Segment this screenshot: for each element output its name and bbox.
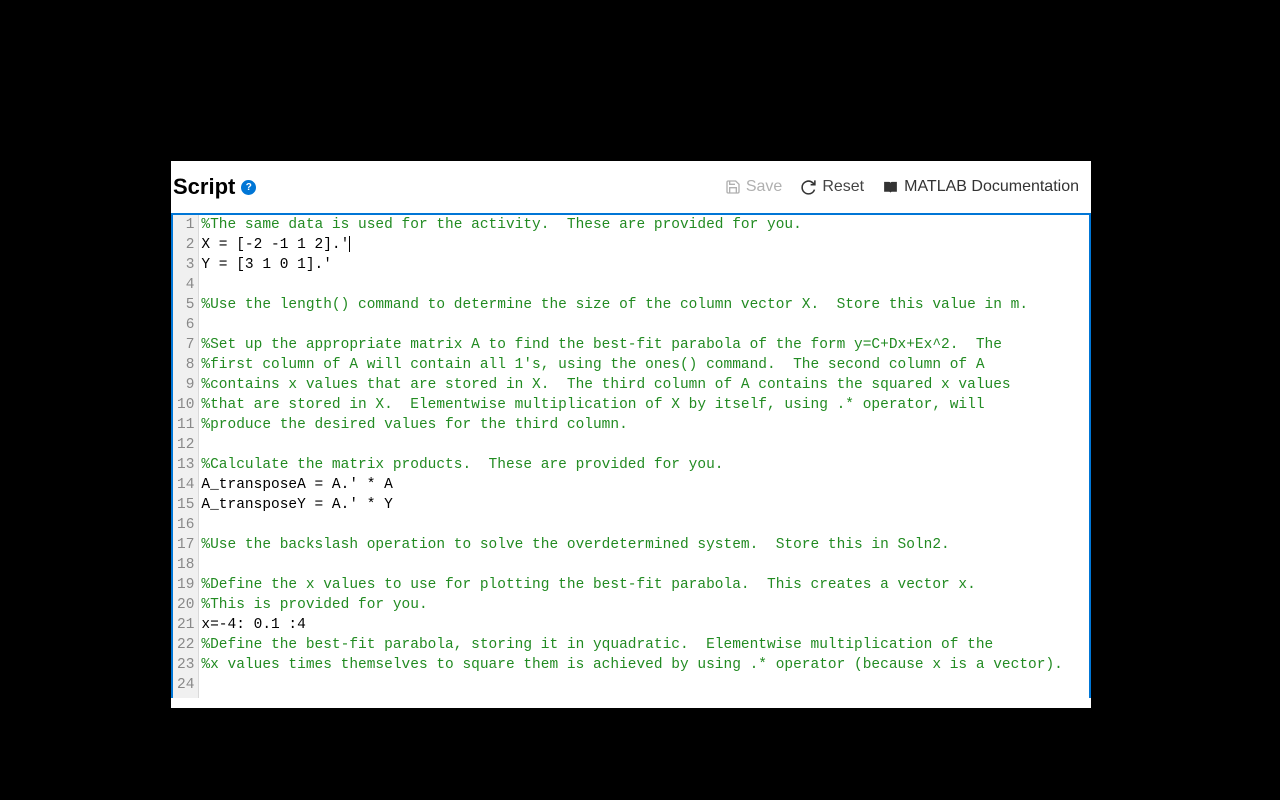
line-number: 8 bbox=[177, 355, 194, 375]
line-number: 9 bbox=[177, 375, 194, 395]
comment-text: %Use the length() command to determine t… bbox=[201, 295, 1028, 315]
comment-text: %that are stored in X. Elementwise multi… bbox=[201, 395, 993, 415]
script-panel: Script ? Save Reset MATLAB Documentation… bbox=[171, 161, 1091, 708]
code-text: x=-4: 0.1 :4 bbox=[201, 615, 305, 635]
code-line[interactable]: A_transposeY = A.' * Y bbox=[201, 495, 1087, 515]
code-line[interactable]: %Use the backslash operation to solve th… bbox=[201, 535, 1087, 555]
code-line[interactable] bbox=[201, 435, 1087, 455]
save-label: Save bbox=[746, 178, 782, 196]
reset-button[interactable]: Reset bbox=[800, 178, 864, 196]
code-line[interactable]: %The same data is used for the activity.… bbox=[201, 215, 1087, 235]
panel-header: Script ? Save Reset MATLAB Documentation bbox=[171, 161, 1091, 213]
code-line[interactable]: %Define the best-fit parabola, storing i… bbox=[201, 635, 1087, 655]
documentation-button[interactable]: MATLAB Documentation bbox=[882, 178, 1079, 196]
comment-text: %Calculate the matrix products. These ar… bbox=[201, 455, 723, 475]
code-line[interactable]: x=-4: 0.1 :4 bbox=[201, 615, 1087, 635]
save-icon bbox=[725, 179, 741, 195]
code-line[interactable] bbox=[201, 315, 1087, 335]
line-number: 13 bbox=[177, 455, 194, 475]
line-number: 23 bbox=[177, 655, 194, 675]
comment-text: %The same data is used for the activity.… bbox=[201, 215, 801, 235]
line-number: 2 bbox=[177, 235, 194, 255]
line-number: 17 bbox=[177, 535, 194, 555]
help-icon[interactable]: ? bbox=[241, 180, 256, 195]
code-line[interactable]: %Set up the appropriate matrix A to find… bbox=[201, 335, 1087, 355]
title-group: Script ? bbox=[173, 174, 256, 200]
code-area[interactable]: %The same data is used for the activity.… bbox=[199, 215, 1089, 698]
line-number: 4 bbox=[177, 275, 194, 295]
line-number: 10 bbox=[177, 395, 194, 415]
save-button[interactable]: Save bbox=[725, 178, 782, 196]
line-number: 12 bbox=[177, 435, 194, 455]
code-text: X = [-2 -1 1 2].' bbox=[201, 235, 349, 255]
code-line[interactable]: %This is provided for you. bbox=[201, 595, 1087, 615]
code-line[interactable]: %produce the desired values for the thir… bbox=[201, 415, 1087, 435]
line-number: 15 bbox=[177, 495, 194, 515]
book-icon bbox=[882, 179, 899, 196]
comment-text: %first column of A will contain all 1's,… bbox=[201, 355, 993, 375]
code-line[interactable]: %Use the length() command to determine t… bbox=[201, 295, 1087, 315]
code-line[interactable]: %that are stored in X. Elementwise multi… bbox=[201, 395, 1087, 415]
code-line[interactable] bbox=[201, 515, 1087, 535]
comment-text: %Define the x values to use for plotting… bbox=[201, 575, 984, 595]
code-text: A_transposeA = A.' * A bbox=[201, 475, 392, 495]
comment-text: %produce the desired values for the thir… bbox=[201, 415, 627, 435]
line-number: 1 bbox=[177, 215, 194, 235]
code-text: Y = [3 1 0 1].' bbox=[201, 255, 332, 275]
comment-text: %x values times themselves to square the… bbox=[201, 655, 1062, 675]
action-bar: Save Reset MATLAB Documentation bbox=[725, 178, 1079, 196]
code-line[interactable]: %Define the x values to use for plotting… bbox=[201, 575, 1087, 595]
line-number: 5 bbox=[177, 295, 194, 315]
line-number: 6 bbox=[177, 315, 194, 335]
documentation-label: MATLAB Documentation bbox=[904, 178, 1079, 196]
line-number: 16 bbox=[177, 515, 194, 535]
comment-text: %contains x values that are stored in X.… bbox=[201, 375, 1019, 395]
code-editor[interactable]: 123456789101112131415161718192021222324 … bbox=[171, 213, 1091, 698]
line-number: 11 bbox=[177, 415, 194, 435]
line-number-gutter: 123456789101112131415161718192021222324 bbox=[173, 215, 199, 698]
line-number: 20 bbox=[177, 595, 194, 615]
code-line[interactable]: %first column of A will contain all 1's,… bbox=[201, 355, 1087, 375]
code-line[interactable]: Y = [3 1 0 1].' bbox=[201, 255, 1087, 275]
comment-text: %This is provided for you. bbox=[201, 595, 427, 615]
line-number: 19 bbox=[177, 575, 194, 595]
code-text: A_transposeY = A.' * Y bbox=[201, 495, 392, 515]
code-line[interactable]: %x values times themselves to square the… bbox=[201, 655, 1087, 675]
line-number: 3 bbox=[177, 255, 194, 275]
code-line[interactable]: %Calculate the matrix products. These ar… bbox=[201, 455, 1087, 475]
line-number: 24 bbox=[177, 675, 194, 695]
text-cursor bbox=[349, 236, 350, 252]
line-number: 22 bbox=[177, 635, 194, 655]
page-title: Script bbox=[173, 174, 235, 200]
line-number: 7 bbox=[177, 335, 194, 355]
code-line[interactable]: %contains x values that are stored in X.… bbox=[201, 375, 1087, 395]
line-number: 18 bbox=[177, 555, 194, 575]
reset-icon bbox=[800, 179, 817, 196]
line-number: 21 bbox=[177, 615, 194, 635]
comment-text: %Set up the appropriate matrix A to find… bbox=[201, 335, 1010, 355]
reset-label: Reset bbox=[822, 178, 864, 196]
code-line[interactable] bbox=[201, 675, 1087, 695]
code-line[interactable] bbox=[201, 275, 1087, 295]
code-line[interactable]: A_transposeA = A.' * A bbox=[201, 475, 1087, 495]
code-line[interactable] bbox=[201, 555, 1087, 575]
comment-text: %Use the backslash operation to solve th… bbox=[201, 535, 949, 555]
line-number: 14 bbox=[177, 475, 194, 495]
code-line[interactable]: X = [-2 -1 1 2].' bbox=[201, 235, 1087, 255]
comment-text: %Define the best-fit parabola, storing i… bbox=[201, 635, 1002, 655]
